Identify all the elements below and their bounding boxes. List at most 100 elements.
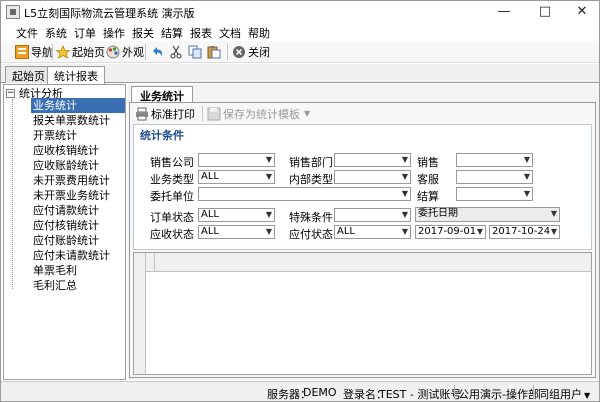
nav-button[interactable]: 导航: [15, 44, 53, 60]
date-from-picker[interactable]: 2017-09-01 ▼: [415, 225, 486, 239]
close-window-button[interactable]: ✕: [566, 1, 598, 23]
sales-company-select[interactable]: ▼: [198, 153, 275, 167]
title-bar: L5立刻国际物流云管理系统 演示版 — □ ✕: [1, 1, 599, 23]
menu-documents[interactable]: 文档: [219, 25, 241, 41]
chevron-down-icon: ▼: [265, 172, 272, 181]
status-bar: 服务器： DEMO 登录名： TEST - 测试账号 公用演示-操作部 同组用户…: [1, 381, 599, 401]
criteria-group: 统计条件 销售公司 ▼ 销售部门 ▼ 销售 ▼ 业务类型 ALL ▼ 内部类型 …: [133, 124, 592, 250]
tree-item[interactable]: 应付核销统计: [31, 218, 125, 233]
status-divider: [454, 385, 455, 399]
menu-operation[interactable]: 操作: [103, 25, 125, 41]
tree-item[interactable]: 未开票业务统计: [31, 188, 125, 203]
tree-item-business-stats[interactable]: 业务统计: [31, 98, 125, 113]
settlement-select[interactable]: ▼: [456, 187, 533, 201]
date-type-select[interactable]: 委托日期 ▼: [415, 207, 560, 222]
star-icon: [55, 45, 71, 59]
chevron-down-icon: ▼: [476, 227, 483, 236]
customer-service-select[interactable]: ▼: [456, 170, 533, 184]
tree-item[interactable]: 应收账龄统计: [31, 158, 125, 173]
tree-connector: [12, 99, 13, 289]
minimize-button[interactable]: —: [488, 1, 520, 23]
collapse-icon[interactable]: −: [6, 88, 15, 98]
toolbar-divider: [227, 44, 228, 60]
customer-service-label: 客服: [417, 173, 439, 186]
save-template-button[interactable]: 保存为统计模板 ▼: [207, 106, 310, 121]
chevron-down-icon: ▼: [523, 172, 530, 181]
save-icon: [207, 107, 221, 121]
undo-icon: [150, 45, 164, 59]
grid-header: [134, 253, 591, 272]
tree-item[interactable]: 开票统计: [31, 128, 125, 143]
app-icon: [6, 5, 20, 19]
group-users-button[interactable]: 同组用户 ▼: [538, 386, 590, 402]
menu-order[interactable]: 订单: [74, 25, 96, 41]
chevron-down-icon: ▼: [401, 189, 408, 198]
menu-reports[interactable]: 报表: [190, 25, 212, 41]
menu-customs[interactable]: 报关: [132, 25, 154, 41]
print-button[interactable]: 标准打印: [135, 106, 195, 121]
sales-company-label: 销售公司: [150, 156, 194, 169]
menu-help[interactable]: 帮助: [248, 25, 270, 41]
chevron-down-icon: ▼: [401, 155, 408, 164]
tree-item[interactable]: 毛利汇总: [31, 278, 125, 293]
menu-settlement[interactable]: 结算: [161, 25, 183, 41]
company-name: 公用演示-操作部: [458, 388, 539, 401]
cut-button[interactable]: [169, 44, 185, 60]
report-toolbar: 标准打印 保存为统计模板 ▼: [130, 103, 595, 123]
tab-statistics-report[interactable]: 统计报表: [47, 66, 105, 84]
appearance-label: 外观: [122, 46, 144, 59]
appearance-button[interactable]: 外观: [106, 44, 144, 60]
close-doc-label: 关闭: [248, 46, 270, 59]
sales-dept-select[interactable]: ▼: [334, 153, 411, 167]
special-condition-select[interactable]: ▼: [334, 208, 411, 222]
grid-column-divider: [154, 253, 155, 272]
chevron-down-icon: ▼: [523, 189, 530, 198]
chevron-down-icon: ▼: [265, 155, 272, 164]
tree-item[interactable]: 应付未请款统计: [31, 248, 125, 263]
internal-type-label: 内部类型: [289, 173, 333, 186]
client-label: 委托单位: [150, 190, 194, 203]
undo-button[interactable]: [150, 44, 166, 60]
salesperson-select[interactable]: ▼: [456, 153, 533, 167]
nav-icon: [15, 45, 29, 59]
paste-button[interactable]: [207, 44, 223, 60]
chevron-down-icon: ▼: [584, 391, 591, 400]
tree-item[interactable]: 应付账龄统计: [31, 233, 125, 248]
home-button[interactable]: 起始页: [55, 44, 105, 60]
grid-row-header: [134, 253, 146, 374]
results-grid[interactable]: [133, 252, 592, 375]
tree-item[interactable]: 报关单票数统计: [31, 113, 125, 128]
business-type-select[interactable]: ALL ▼: [198, 170, 275, 184]
tree-item[interactable]: 应付请款统计: [31, 203, 125, 218]
settlement-label: 结算: [417, 190, 439, 203]
payable-status-select[interactable]: ALL ▼: [334, 225, 411, 239]
tree-item[interactable]: 单票毛利: [31, 263, 125, 278]
tab-start-page[interactable]: 起始页: [5, 66, 52, 83]
tree-item[interactable]: 应收核销统计: [31, 143, 125, 158]
menu-file[interactable]: 文件: [16, 25, 38, 41]
chevron-down-icon: ▼: [401, 210, 408, 219]
receivable-status-select[interactable]: ALL ▼: [198, 225, 275, 239]
chevron-down-icon: ▼: [401, 227, 408, 236]
order-status-label: 订单状态: [150, 211, 194, 224]
payable-status-label: 应付状态: [289, 228, 333, 241]
printer-icon: [135, 107, 149, 121]
maximize-button[interactable]: □: [529, 1, 561, 23]
chevron-down-icon[interactable]: ▼: [304, 109, 310, 118]
document-tabs: 起始页 统计报表: [1, 64, 599, 84]
date-to-picker[interactable]: 2017-10-24 ▼: [489, 225, 560, 239]
copy-button[interactable]: [188, 44, 204, 60]
close-doc-button[interactable]: 关闭: [232, 44, 270, 60]
business-stats-panel: 标准打印 保存为统计模板 ▼ 统计条件 销售公司 ▼ 销售部门 ▼ 销售 ▼ 业…: [129, 102, 596, 378]
internal-type-select[interactable]: ▼: [334, 170, 411, 184]
receivable-status-label: 应收状态: [150, 228, 194, 241]
menu-system[interactable]: 系统: [45, 25, 67, 41]
client-select[interactable]: ▼: [198, 187, 411, 201]
tree-item[interactable]: 未开票费用统计: [31, 173, 125, 188]
chevron-down-icon: ▼: [265, 210, 272, 219]
order-status-select[interactable]: ALL ▼: [198, 208, 275, 222]
scissors-icon: [169, 45, 183, 59]
nav-label: 导航: [31, 46, 53, 59]
business-type-label: 业务类型: [150, 173, 194, 186]
tab-business-stats[interactable]: 业务统计: [131, 86, 193, 103]
